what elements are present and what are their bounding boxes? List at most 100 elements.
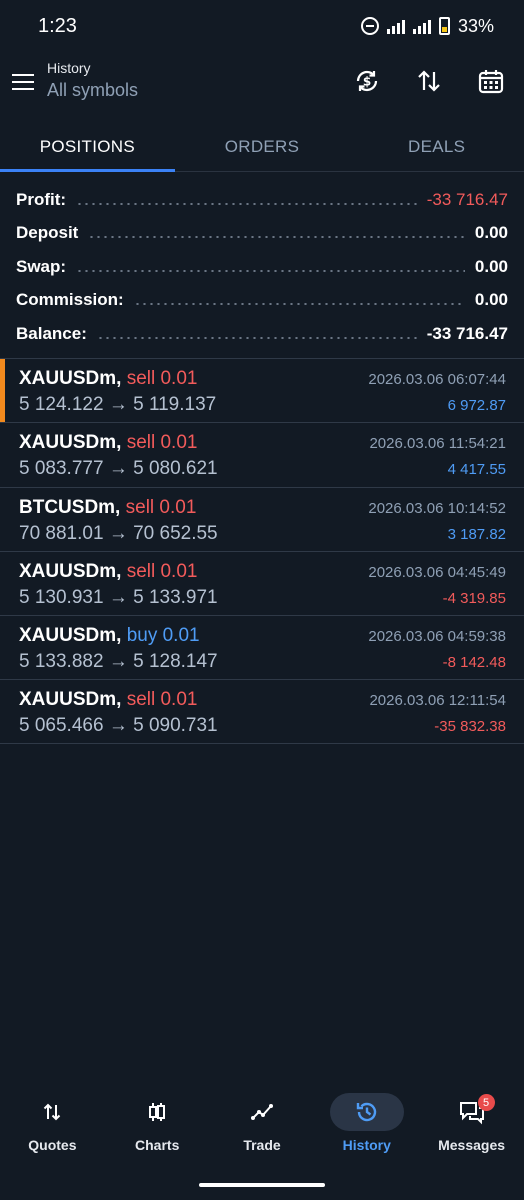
arrow-icon: → [108,586,128,608]
deal-time: 2026.03.06 11:54:21 [369,435,506,453]
deal-close-price: 5 119.137 [133,394,217,415]
nav-quotes[interactable]: Quotes [0,1085,105,1160]
deal-symbol: XAUUSDm, [19,625,122,647]
tab-deals[interactable]: DEALS [349,122,524,171]
deal-close-price: 5 128.147 [133,651,218,673]
nav-charts[interactable]: Charts [105,1085,210,1160]
profit-value: -33 716.47 [426,189,508,209]
deal-time: 2026.03.06 04:45:49 [368,563,506,581]
deal-profit: 6 972.87 [447,397,506,414]
summary-deposit-row: Deposit 0.00 [16,217,508,251]
tab-positions[interactable]: POSITIONS [0,122,175,172]
nav-label-trade: Trade [243,1137,281,1153]
profit-label: Profit: [16,189,67,209]
nav-label-charts: Charts [135,1137,180,1153]
swap-value: 0.00 [474,256,508,276]
arrow-icon: → [108,715,128,737]
signal-icon-2 [412,18,431,34]
messages-badge: 5 [477,1094,495,1111]
list-item[interactable]: XAUUSDm, sell 0.01 5 130.931 → 5 133.971… [0,550,524,615]
quotes-arrows-icon[interactable] [15,1093,89,1131]
dotted-leader [96,336,417,339]
deal-open-price: 5 133.882 [19,651,104,673]
deposit-label: Deposit [16,223,79,243]
commission-label: Commission: [16,290,124,310]
deal-open-price: 70 881.01 [19,522,104,544]
deal-direction: sell 0.01 [126,689,198,711]
deposit-value: 0.00 [474,223,508,243]
list-item[interactable]: XAUUSDm, sell 0.01 5 065.466 → 5 090.731… [0,679,524,744]
deal-close-price: 5 090.731 [133,715,218,737]
deal-profit: 4 417.55 [447,461,506,479]
list-item[interactable]: BTCUSDm, sell 0.01 70 881.01 → 70 652.55… [0,486,524,551]
battery-icon [438,17,450,35]
nav-label-history: History [342,1137,391,1153]
deal-direction: sell 0.01 [126,432,198,454]
deal-open-price: 5 065.466 [19,715,104,737]
summary-balance-row: Balance: -33 716.47 [16,317,508,351]
home-indicator[interactable] [199,1183,325,1187]
symbol-filter[interactable]: All symbols [47,80,138,101]
do-not-disturb-icon [360,17,379,35]
deal-time: 2026.03.06 04:59:38 [368,628,506,646]
currency-exchange-icon[interactable]: $ [352,66,382,96]
deal-open-price: 5 083.777 [19,458,104,480]
deal-direction: sell 0.01 [126,560,198,582]
nav-trade[interactable]: Trade [210,1085,315,1160]
arrow-icon: → [108,651,128,673]
trend-line-icon[interactable] [225,1093,299,1131]
deal-open-price: 5 124.122 [19,394,104,415]
deal-symbol: XAUUSDm, [19,432,122,454]
nav-history[interactable]: History [314,1085,419,1160]
deal-direction: buy 0.01 [126,625,200,647]
chat-bubbles-icon[interactable]: 5 [435,1093,509,1131]
status-icons: 33% [360,15,494,37]
sort-icon[interactable] [414,66,444,96]
history-clock-icon[interactable] [329,1093,404,1131]
deal-close-price: 70 652.55 [133,522,218,544]
summary-commission-row: Commission: 0.00 [16,284,508,318]
status-time: 1:23 [38,14,77,37]
swap-label: Swap: [16,256,67,276]
history-tabs: POSITIONS ORDERS DEALS [0,122,524,172]
deal-profit: -35 832.38 [434,718,506,736]
balance-label: Balance: [16,323,87,343]
deal-profit: -4 319.85 [442,589,506,607]
signal-icon [386,18,405,34]
summary-profit-row: Profit: -33 716.47 [16,183,508,217]
deal-close-price: 5 080.621 [133,458,218,480]
arrow-icon: → [108,458,128,480]
battery-percent: 33% [457,15,494,36]
deal-time: 2026.03.06 06:07:44 [368,371,506,388]
nav-messages[interactable]: 5 Messages [419,1085,524,1160]
deal-profit: -8 142.48 [442,654,506,672]
arrow-icon: → [108,522,128,544]
deal-time: 2026.03.06 12:11:54 [369,692,506,710]
deal-symbol: XAUUSDm, [19,560,122,582]
deal-time: 2026.03.06 10:14:52 [368,499,506,517]
header-titles[interactable]: History All symbols [47,60,138,101]
account-summary: Profit: -33 716.47 Deposit 0.00 Swap: 0.… [16,183,508,351]
list-item[interactable]: XAUUSDm, sell 0.01 5 124.122 → 5 119.137… [0,358,524,423]
app-header: History All symbols $ [0,52,524,116]
svg-text:$: $ [363,75,371,89]
arrow-icon: → [108,394,128,415]
calendar-icon[interactable] [476,66,506,96]
page-title: History [47,60,91,76]
deal-direction: sell 0.01 [126,368,198,389]
balance-value: -33 716.47 [426,323,508,343]
deal-direction: sell 0.01 [125,496,197,518]
status-bar: 1:23 33% [0,0,524,52]
candlestick-icon[interactable] [120,1093,194,1131]
list-item[interactable]: XAUUSDm, buy 0.01 5 133.882 → 5 128.147 … [0,615,524,679]
nav-label-messages: Messages [438,1137,506,1153]
deal-symbol: XAUUSDm, [19,368,122,389]
menu-icon[interactable] [12,74,34,92]
positions-list: XAUUSDm, sell 0.01 5 124.122 → 5 119.137… [0,358,524,744]
dotted-leader [76,269,465,272]
list-item[interactable]: XAUUSDm, sell 0.01 5 083.777 → 5 080.621… [0,422,524,486]
deal-profit: 3 187.82 [447,525,506,543]
header-actions: $ [352,66,506,96]
dotted-leader [76,202,417,205]
tab-orders[interactable]: ORDERS [175,122,350,171]
